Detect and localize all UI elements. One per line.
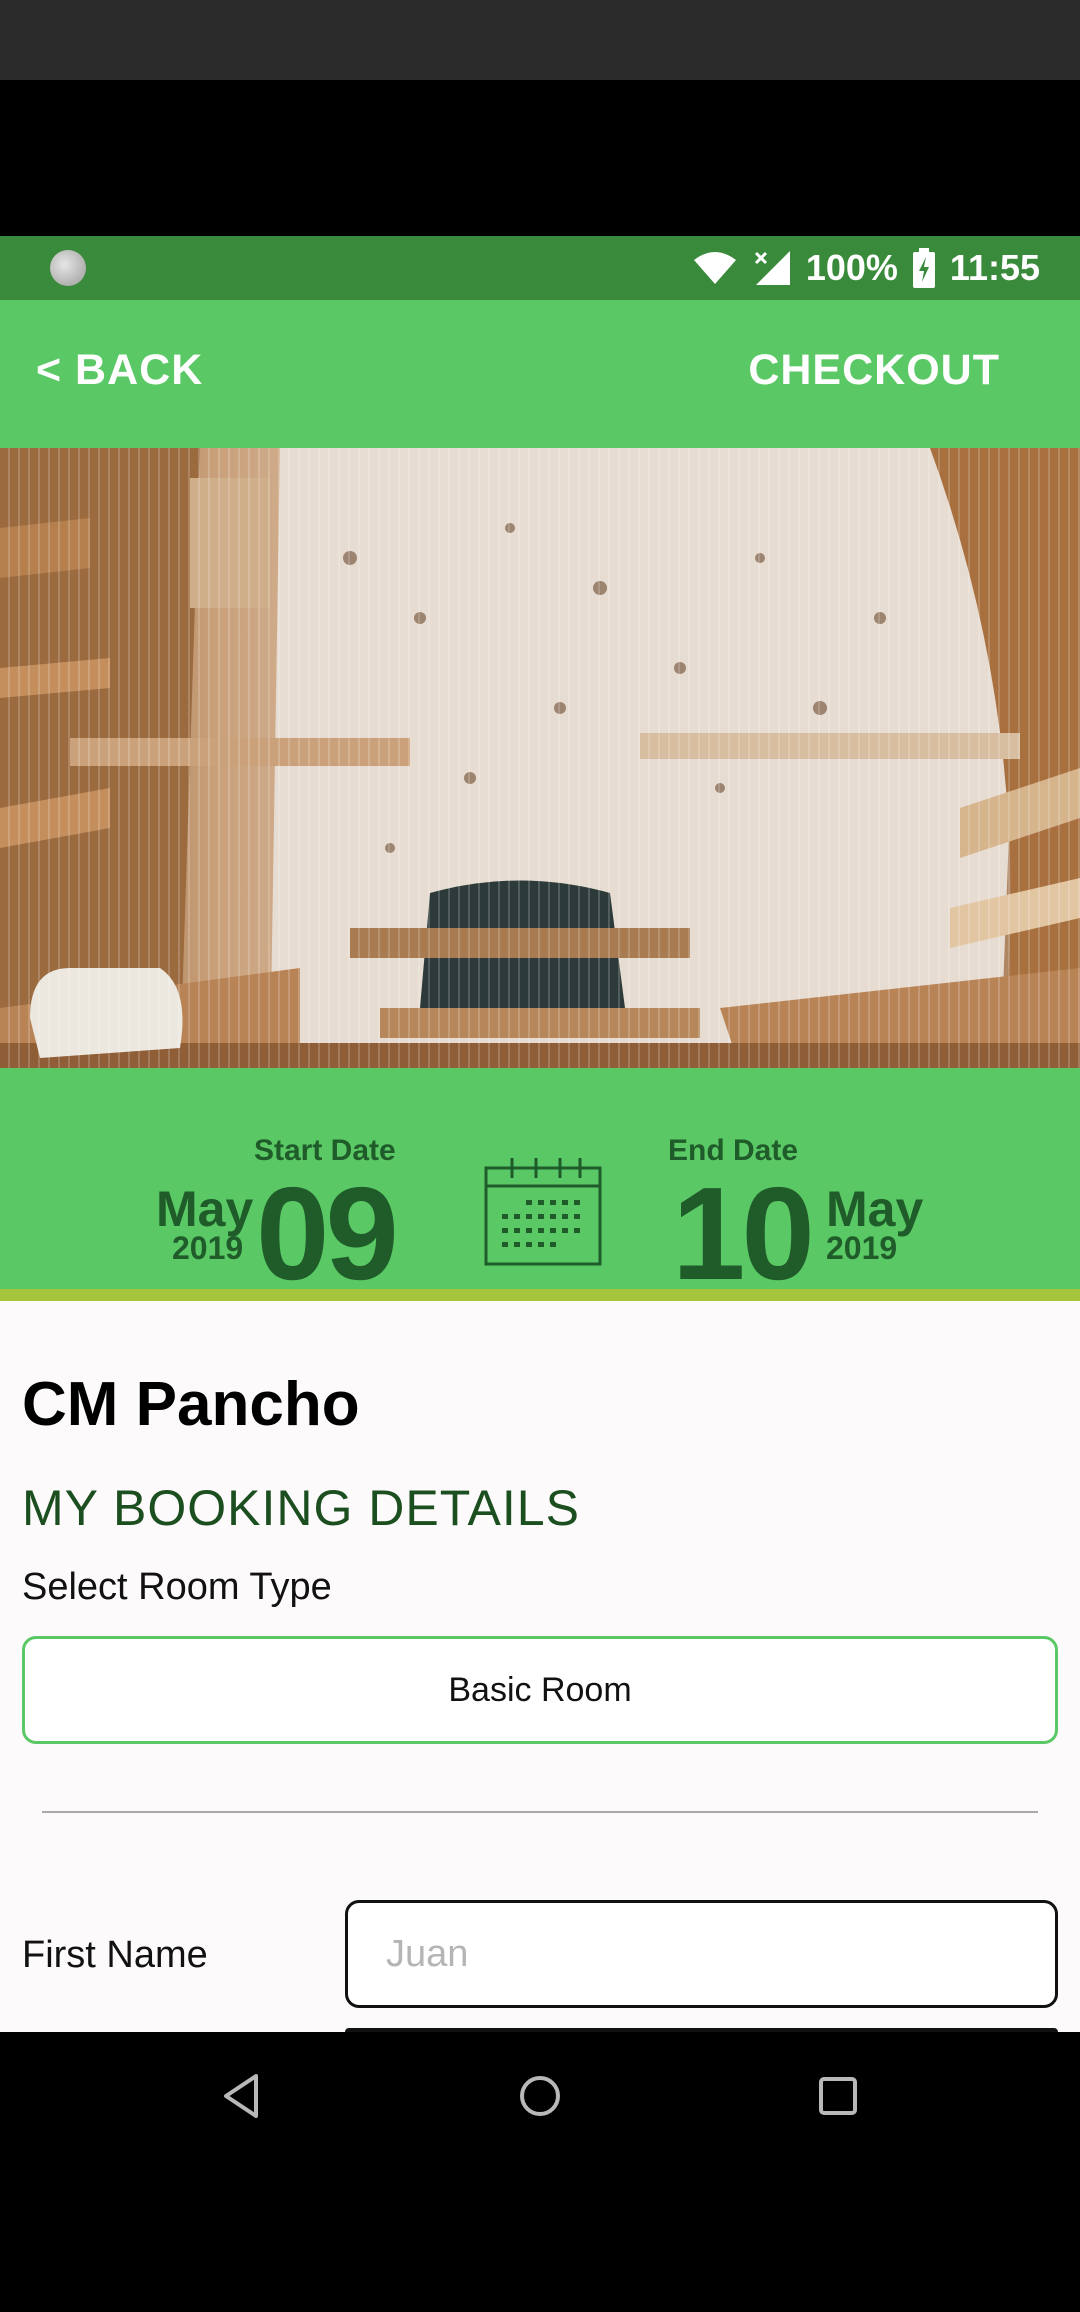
back-button[interactable]: < BACK	[36, 346, 203, 395]
nav-back-icon[interactable]	[212, 2066, 272, 2126]
letterbox-top	[0, 80, 1080, 236]
first-name-label: First Name	[22, 1934, 208, 1976]
date-range-band: Start Date May 2019 09 End Date 10 May 2…	[0, 1068, 1080, 1301]
accent-line	[0, 1289, 1080, 1301]
nav-recents-icon[interactable]	[808, 2066, 868, 2126]
wifi-icon	[693, 252, 736, 284]
battery-percent: 100%	[805, 247, 898, 288]
notification-dot-icon	[50, 250, 86, 286]
start-date-year: 2019	[172, 1230, 244, 1266]
calendar-icon[interactable]	[484, 1156, 602, 1266]
checkout-button[interactable]: CHECKOUT	[748, 346, 1000, 395]
status-indicators: 100% 11:55	[692, 244, 1040, 292]
status-bar: 100% 11:55	[0, 236, 1080, 300]
start-date-day[interactable]: 09	[256, 1168, 399, 1300]
letterbox-bottom	[0, 2160, 1080, 2312]
room-type-value: Basic Room	[448, 1670, 632, 1709]
hotel-name: CM Pancho	[22, 1370, 360, 1439]
app-header: < BACK CHECKOUT	[0, 300, 1080, 448]
clock: 11:55	[949, 247, 1040, 288]
end-date-year: 2019	[826, 1230, 898, 1266]
room-photo	[0, 448, 1080, 1068]
top-bar	[0, 0, 1080, 80]
first-name-input[interactable]	[345, 1900, 1058, 2008]
signal-icon	[754, 251, 790, 285]
form-divider	[42, 1811, 1038, 1813]
next-input-edge	[345, 2028, 1058, 2032]
nav-home-icon[interactable]	[510, 2066, 570, 2126]
system-nav-bar	[0, 2032, 1080, 2160]
app-screen: 100% 11:55 < BACK CHECKOUT Start Date Ma…	[0, 236, 1080, 2032]
room-type-select[interactable]: Basic Room	[22, 1636, 1058, 1744]
room-type-label: Select Room Type	[22, 1566, 332, 1608]
section-title: MY BOOKING DETAILS	[22, 1480, 580, 1536]
end-date-day[interactable]: 10	[672, 1168, 815, 1300]
battery-icon	[912, 248, 935, 288]
